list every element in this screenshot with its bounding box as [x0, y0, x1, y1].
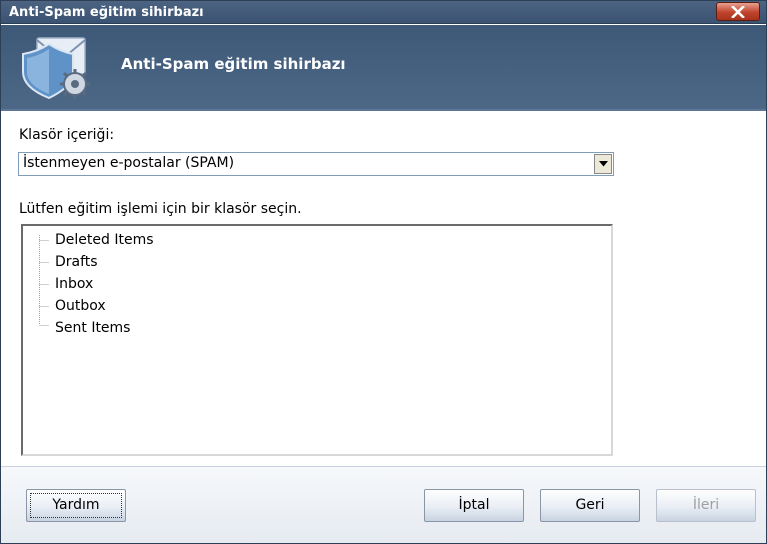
close-button[interactable] [716, 2, 760, 21]
close-icon [731, 5, 745, 18]
tree-item-drafts[interactable]: Drafts [55, 253, 98, 271]
next-button[interactable]: İleri [656, 489, 756, 522]
folder-select-label: Lütfen eğitim işlemi için bir klasör seç… [19, 201, 302, 217]
folder-tree[interactable]: Deleted Items Drafts Inbox Outbox Sent I… [21, 224, 613, 456]
help-button[interactable]: Yardım [26, 489, 126, 522]
cancel-button[interactable]: İptal [424, 489, 524, 522]
tree-item-deleted-items[interactable]: Deleted Items [55, 231, 154, 249]
tree-item-outbox[interactable]: Outbox [55, 297, 106, 315]
folder-content-value: İstenmeyen e-postalar (SPAM) [23, 155, 235, 171]
header-title: Anti-Spam eğitim sihirbazı [121, 55, 346, 73]
wizard-footer: Yardım İptal Geri İleri [1, 467, 766, 543]
dropdown-arrow-button[interactable] [594, 154, 612, 174]
tree-connector-lines [39, 235, 49, 326]
title-bar[interactable]: Anti-Spam eğitim sihirbazı [1, 1, 766, 24]
wizard-header: Anti-Spam eğitim sihirbazı [1, 25, 766, 111]
back-button[interactable]: Geri [540, 489, 640, 522]
wizard-window: Anti-Spam eğitim sihirbazı Anti-Spam eği… [0, 0, 767, 544]
folder-content-dropdown[interactable]: İstenmeyen e-postalar (SPAM) [18, 152, 614, 176]
folder-content-label: Klasör içeriği: [19, 127, 115, 143]
tree-item-inbox[interactable]: Inbox [55, 275, 93, 293]
tree-item-sent-items[interactable]: Sent Items [55, 319, 130, 337]
anti-spam-shield-envelope-icon [22, 37, 90, 100]
window-title: Anti-Spam eğitim sihirbazı [9, 5, 204, 20]
chevron-down-icon [598, 161, 608, 167]
